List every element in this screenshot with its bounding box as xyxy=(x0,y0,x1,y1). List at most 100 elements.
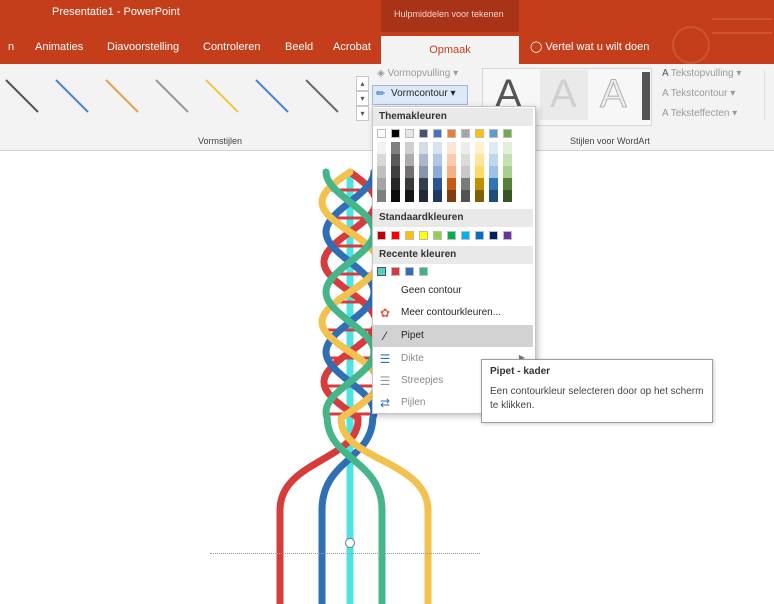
theme-shade-swatch[interactable] xyxy=(461,166,470,178)
theme-color-swatch[interactable] xyxy=(433,129,442,138)
theme-shade-swatch[interactable] xyxy=(405,190,414,202)
standard-color-swatch[interactable] xyxy=(419,231,428,240)
theme-color-swatch[interactable] xyxy=(461,129,470,138)
standard-color-swatch[interactable] xyxy=(447,231,456,240)
theme-color-swatch[interactable] xyxy=(503,129,512,138)
theme-shade-swatch[interactable] xyxy=(391,178,400,190)
theme-color-swatch[interactable] xyxy=(377,129,386,138)
theme-shade-swatch[interactable] xyxy=(405,154,414,166)
theme-shade-swatch[interactable] xyxy=(489,166,498,178)
tab-controleren[interactable]: Controleren xyxy=(203,41,260,53)
tab-animaties[interactable]: Animaties xyxy=(35,41,83,53)
theme-shade-swatch[interactable] xyxy=(377,154,386,166)
wordart-scrollbar[interactable] xyxy=(642,72,650,120)
theme-shade-swatch[interactable] xyxy=(391,190,400,202)
theme-shade-swatch[interactable] xyxy=(475,142,484,154)
menu-geen-contour[interactable]: Geen contour xyxy=(373,280,533,302)
theme-shade-swatch[interactable] xyxy=(489,142,498,154)
theme-shade-swatch[interactable] xyxy=(377,190,386,202)
theme-shade-swatch[interactable] xyxy=(419,178,428,190)
standard-color-swatch[interactable] xyxy=(475,231,484,240)
shape-style-option[interactable] xyxy=(5,79,39,113)
tab-opmaak[interactable]: Opmaak xyxy=(381,36,519,64)
theme-shade-swatch[interactable] xyxy=(461,142,470,154)
menu-meer-contourkleuren[interactable]: ✿ Meer contourkleuren... xyxy=(373,302,533,324)
theme-shade-swatch[interactable] xyxy=(377,142,386,154)
theme-shade-swatch[interactable] xyxy=(419,142,428,154)
theme-shade-swatch[interactable] xyxy=(447,178,456,190)
shape-style-option[interactable] xyxy=(55,79,89,113)
theme-shade-swatch[interactable] xyxy=(405,178,414,190)
standard-color-swatch[interactable] xyxy=(391,231,400,240)
theme-shade-swatch[interactable] xyxy=(433,178,442,190)
theme-shade-swatch[interactable] xyxy=(503,154,512,166)
theme-color-swatch[interactable] xyxy=(489,129,498,138)
tekstcontour-button[interactable]: A Tekstcontour ▾ xyxy=(662,88,735,99)
recent-color-swatch[interactable] xyxy=(405,267,414,276)
theme-shade-swatch[interactable] xyxy=(461,154,470,166)
theme-shade-swatch[interactable] xyxy=(489,178,498,190)
shape-style-gallery[interactable] xyxy=(0,66,356,126)
theme-shade-swatch[interactable] xyxy=(489,154,498,166)
gallery-scroll-down-button[interactable]: ▾ xyxy=(356,91,369,106)
theme-shade-swatch[interactable] xyxy=(377,166,386,178)
theme-color-swatch[interactable] xyxy=(447,129,456,138)
gallery-scroll-up-button[interactable]: ▴ xyxy=(356,76,369,91)
shape-style-option[interactable] xyxy=(105,79,139,113)
theme-shade-swatch[interactable] xyxy=(433,166,442,178)
standard-color-swatch[interactable] xyxy=(461,231,470,240)
wordart-style-3[interactable]: A xyxy=(600,72,628,117)
theme-shade-swatch[interactable] xyxy=(461,190,470,202)
theme-color-swatch[interactable] xyxy=(419,129,428,138)
theme-shade-swatch[interactable] xyxy=(461,178,470,190)
recent-color-swatch[interactable] xyxy=(419,267,428,276)
standard-color-swatch[interactable] xyxy=(405,231,414,240)
theme-shade-swatch[interactable] xyxy=(503,190,512,202)
theme-shade-swatch[interactable] xyxy=(419,190,428,202)
theme-shade-swatch[interactable] xyxy=(475,178,484,190)
theme-shade-swatch[interactable] xyxy=(405,142,414,154)
theme-color-swatch[interactable] xyxy=(475,129,484,138)
tab-ontwerpen[interactable]: n xyxy=(8,41,14,53)
theme-shade-swatch[interactable] xyxy=(475,166,484,178)
teksteffecten-button[interactable]: A Teksteffecten ▾ xyxy=(662,108,737,119)
theme-shade-swatch[interactable] xyxy=(433,190,442,202)
tab-diavoorstelling[interactable]: Diavoorstelling xyxy=(107,41,179,53)
theme-shade-swatch[interactable] xyxy=(391,166,400,178)
tekstopvulling-button[interactable]: A Tekstopvulling ▾ xyxy=(662,68,741,79)
standard-color-swatch[interactable] xyxy=(433,231,442,240)
shape-style-option[interactable] xyxy=(155,79,189,113)
theme-shade-swatch[interactable] xyxy=(447,166,456,178)
wordart-style-2[interactable]: A xyxy=(550,72,577,117)
theme-shade-swatch[interactable] xyxy=(377,178,386,190)
recent-color-swatch[interactable] xyxy=(391,267,400,276)
theme-shade-swatch[interactable] xyxy=(503,142,512,154)
theme-shade-swatch[interactable] xyxy=(447,154,456,166)
theme-shade-swatch[interactable] xyxy=(447,142,456,154)
shape-style-option[interactable] xyxy=(255,79,289,113)
theme-color-swatch[interactable] xyxy=(405,129,414,138)
standard-color-swatch[interactable] xyxy=(489,231,498,240)
theme-shade-swatch[interactable] xyxy=(419,166,428,178)
shape-style-option[interactable] xyxy=(305,79,339,113)
shape-style-option[interactable] xyxy=(205,79,239,113)
theme-shade-swatch[interactable] xyxy=(475,154,484,166)
tab-beeld[interactable]: Beeld xyxy=(285,41,313,53)
theme-shade-swatch[interactable] xyxy=(433,142,442,154)
theme-shade-swatch[interactable] xyxy=(405,166,414,178)
tab-acrobat[interactable]: Acrobat xyxy=(333,41,371,53)
theme-shade-swatch[interactable] xyxy=(391,154,400,166)
menu-pipet[interactable]: ⁄ Pipet xyxy=(373,325,533,347)
theme-shade-swatch[interactable] xyxy=(475,190,484,202)
theme-shade-swatch[interactable] xyxy=(447,190,456,202)
recent-color-swatch[interactable] xyxy=(377,267,386,276)
rotation-handle[interactable] xyxy=(345,538,355,548)
standard-color-swatch[interactable] xyxy=(377,231,386,240)
theme-shade-swatch[interactable] xyxy=(419,154,428,166)
vormopvulling-button[interactable]: ◈ Vormopvulling ▾ xyxy=(377,68,458,79)
standard-color-swatch[interactable] xyxy=(503,231,512,240)
tell-me-search[interactable]: ◯ Vertel wat u wilt doen xyxy=(530,40,649,53)
theme-shade-swatch[interactable] xyxy=(503,166,512,178)
theme-shade-swatch[interactable] xyxy=(433,154,442,166)
gallery-more-button[interactable]: ▾ xyxy=(356,106,369,121)
